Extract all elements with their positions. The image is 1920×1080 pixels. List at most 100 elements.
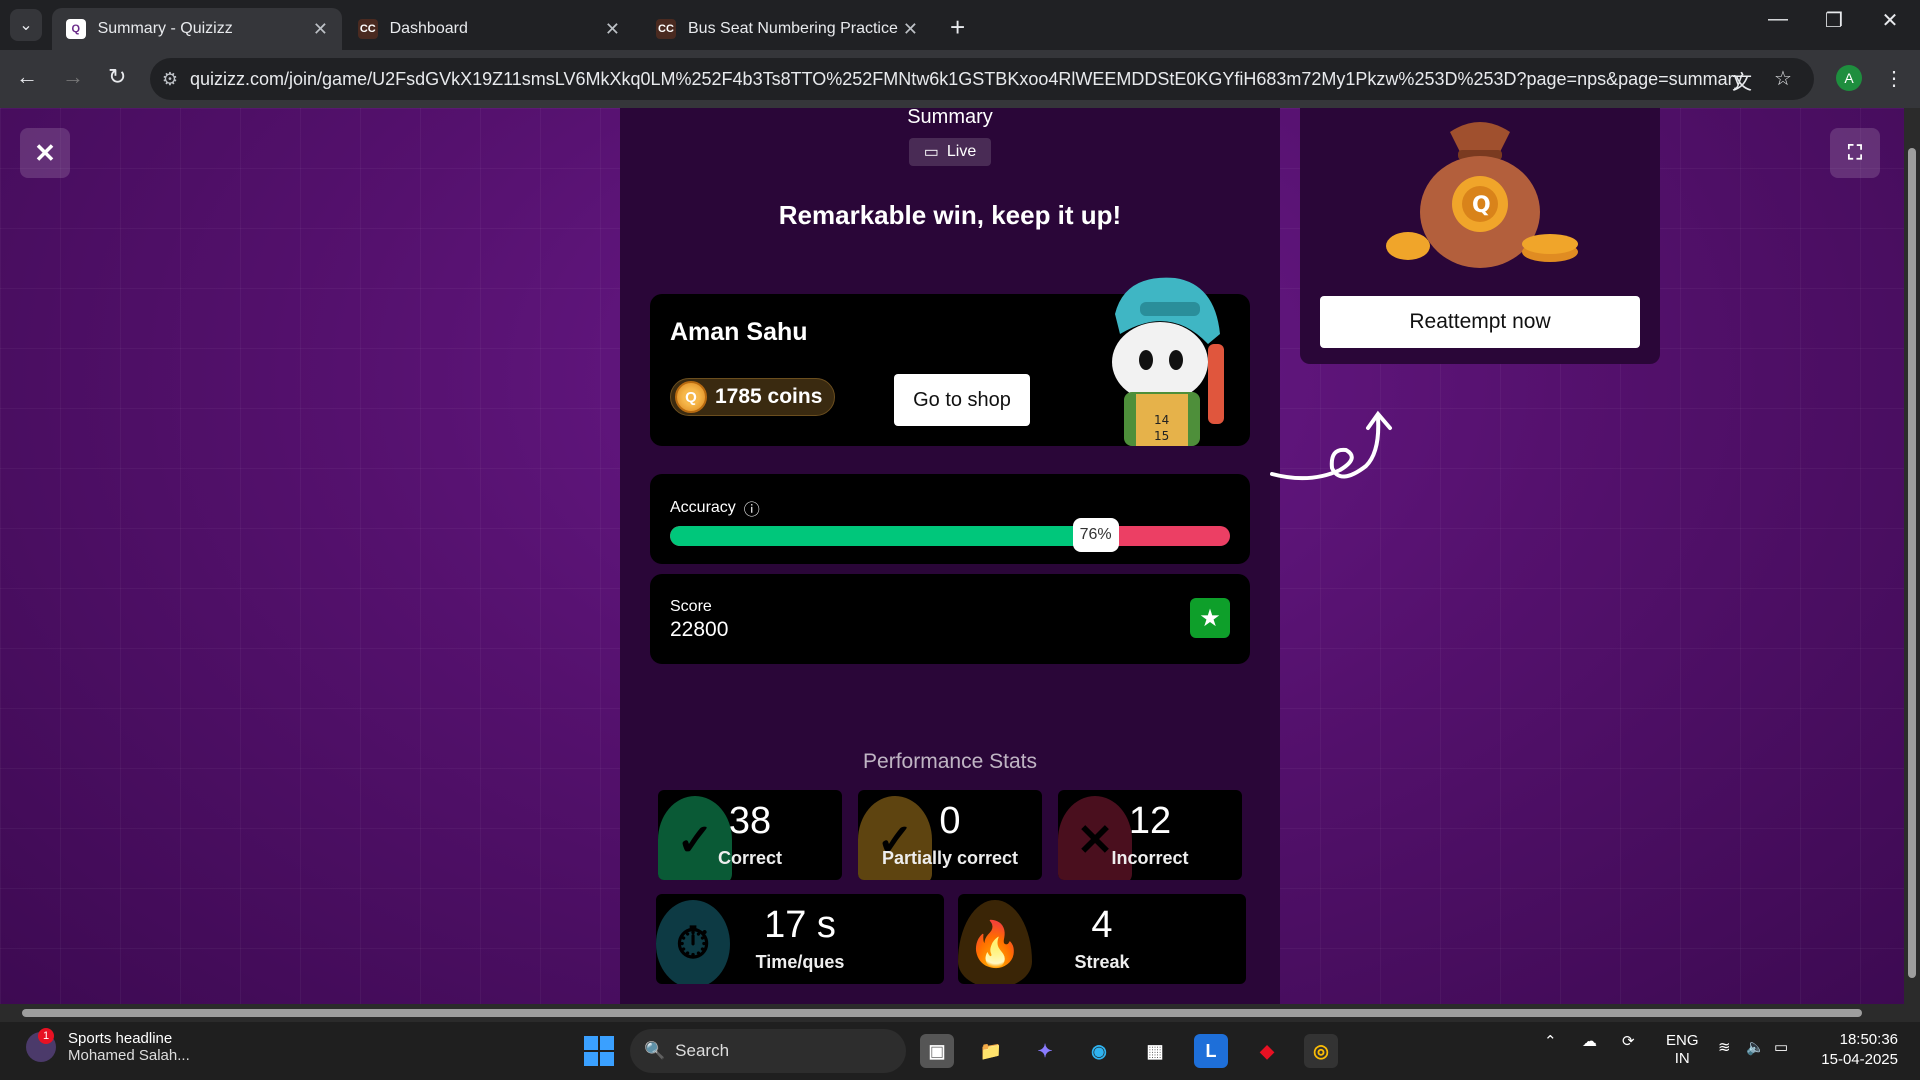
- vertical-scroll-thumb[interactable]: [1908, 148, 1916, 978]
- accuracy-bar: [670, 526, 1230, 546]
- language-code: ENG: [1666, 1032, 1699, 1049]
- onedrive-icon[interactable]: ☁: [1582, 1032, 1597, 1050]
- site-info-icon[interactable]: ⚙: [150, 69, 190, 90]
- svg-text:Q: Q: [1472, 193, 1491, 218]
- summary-title: Summary: [907, 108, 993, 128]
- translate-icon[interactable]: 文: [1732, 66, 1752, 95]
- reattempt-now-button[interactable]: Reattempt now: [1320, 296, 1640, 348]
- score-label: Score: [670, 598, 712, 615]
- battery-icon[interactable]: ▭: [1774, 1038, 1788, 1056]
- live-mode-icon: ▭: [923, 144, 939, 161]
- stat-partially-correct: ✓ 0 Partially correct: [858, 790, 1042, 880]
- close-quiz-button[interactable]: ✕: [20, 128, 70, 178]
- star-icon: ★: [1190, 598, 1230, 638]
- news-icon: 1: [26, 1028, 56, 1062]
- language-indicator[interactable]: ENG IN: [1666, 1032, 1699, 1068]
- news-badge: 1: [38, 1028, 54, 1044]
- coin-icon: Q: [675, 381, 707, 413]
- search-label: Search: [675, 1041, 730, 1060]
- chrome-icon[interactable]: ◎: [1304, 1034, 1338, 1068]
- stat-time-value: 17 s: [764, 904, 836, 946]
- fullscreen-icon: ⛶: [1848, 141, 1862, 164]
- live-badge: ▭ Live: [909, 138, 991, 166]
- news-subtitle: Mohamed Salah...: [68, 1047, 190, 1064]
- browser-toolbar: ← → ↻ ⚙ quizizz.com/join/game/U2FsdGVkX1…: [0, 50, 1920, 108]
- clock-date: 15-04-2025: [1821, 1051, 1898, 1068]
- tab-dashboard[interactable]: CC Dashboard ✕: [344, 8, 634, 50]
- forward-icon[interactable]: →: [62, 64, 84, 90]
- curly-arrow-decoration: [1270, 410, 1392, 481]
- accuracy-card: Accuracy ⓘ 76%: [650, 474, 1250, 564]
- stat-time-per-question: ⏱ 17 s Time/ques: [656, 894, 944, 984]
- menu-kebab-icon[interactable]: ⋮: [1884, 66, 1904, 91]
- search-icon: 🔍: [644, 1041, 666, 1060]
- live-label: Live: [946, 143, 977, 160]
- back-icon[interactable]: ←: [16, 64, 38, 90]
- cc-favicon-icon: CC: [656, 19, 676, 39]
- fullscreen-button[interactable]: ⛶: [1830, 128, 1880, 178]
- volume-icon[interactable]: 🔈: [1746, 1038, 1765, 1056]
- minimize-button[interactable]: —: [1750, 8, 1806, 31]
- bookmark-star-icon[interactable]: ☆: [1774, 66, 1792, 91]
- taskbar-clock[interactable]: 18:50:36 15-04-2025: [1808, 1030, 1898, 1070]
- accuracy-label: Accuracy: [670, 499, 736, 516]
- stat-incorrect-value: 12: [1128, 800, 1172, 842]
- player-avatar-illustration: 14 15: [1112, 277, 1224, 446]
- start-button[interactable]: [584, 1036, 614, 1066]
- horizontal-scrollbar[interactable]: [0, 1004, 1920, 1022]
- wifi-icon[interactable]: ≋: [1718, 1038, 1731, 1056]
- show-hidden-icons-icon[interactable]: ⌃: [1544, 1032, 1557, 1050]
- reattempt-card: Q Reattempt now: [1300, 108, 1660, 364]
- url-text[interactable]: quizizz.com/join/game/U2FsdGVkX19Z11smsL…: [190, 69, 1743, 90]
- stat-correct-value: 38: [728, 800, 772, 842]
- news-widget[interactable]: 1 Sports headline Mohamed Salah...: [26, 1028, 190, 1064]
- coin-bag-illustration: Q: [1386, 122, 1578, 268]
- tab-summary[interactable]: Q Summary - Quizizz ✕: [52, 8, 342, 50]
- sync-icon[interactable]: ⟳: [1622, 1032, 1635, 1050]
- taskbar-search[interactable]: 🔍 Search: [630, 1029, 906, 1073]
- address-bar[interactable]: ⚙ quizizz.com/join/game/U2FsdGVkX19Z11sm…: [150, 58, 1814, 100]
- reload-icon[interactable]: ↻: [108, 64, 126, 90]
- tab-title: Summary - Quizizz: [97, 20, 233, 37]
- stat-partial-label: Partially correct: [881, 848, 1019, 868]
- quiz-summary-page: ✕ ⛶ Summary ▭ Live Remarkable win, keep …: [0, 108, 1904, 1004]
- stat-streak: 🔥 4 Streak: [958, 894, 1246, 984]
- profile-avatar[interactable]: A: [1836, 65, 1862, 91]
- coins-badge: Q 1785 coins: [670, 378, 836, 416]
- windows-taskbar: 1 Sports headline Mohamed Salah... 🔍 Sea…: [0, 1022, 1920, 1080]
- tab-search-button[interactable]: ⌄: [10, 9, 42, 41]
- coins-value: 1785 coins: [715, 385, 823, 408]
- score-card: Score 22800 ★: [650, 574, 1250, 664]
- svg-text:15: 15: [1154, 429, 1169, 443]
- copilot-icon[interactable]: ✦: [1028, 1034, 1062, 1068]
- result-headline: Remarkable win, keep it up!: [778, 200, 1122, 230]
- clock-time: 18:50:36: [1839, 1031, 1898, 1048]
- performance-stats-title: Performance Stats: [863, 750, 1037, 773]
- close-tab-icon[interactable]: ✕: [605, 19, 620, 40]
- info-icon[interactable]: ⓘ: [744, 496, 760, 520]
- news-title: Sports headline: [68, 1030, 173, 1047]
- store-icon[interactable]: ▦: [1138, 1034, 1172, 1068]
- close-window-button[interactable]: ✕: [1862, 8, 1918, 33]
- file-explorer-icon[interactable]: 📁: [974, 1034, 1008, 1068]
- horizontal-scroll-thumb[interactable]: [22, 1009, 1862, 1017]
- stat-partial-value: 0: [939, 800, 961, 842]
- player-name: Aman Sahu: [670, 318, 808, 346]
- edge-icon[interactable]: ◉: [1082, 1034, 1116, 1068]
- close-icon: ✕: [34, 137, 56, 168]
- vertical-scrollbar[interactable]: [1904, 108, 1920, 1004]
- restore-button[interactable]: ❐: [1806, 8, 1862, 33]
- go-to-shop-button[interactable]: Go to shop: [894, 374, 1030, 426]
- accuracy-label-row: Accuracy ⓘ: [670, 496, 760, 520]
- cc-favicon-icon: CC: [358, 19, 378, 39]
- accuracy-bar-fill: [670, 526, 1096, 546]
- mcafee-icon[interactable]: ◆: [1250, 1034, 1284, 1068]
- task-view-icon[interactable]: ▣: [920, 1034, 954, 1068]
- tab-bus-seat[interactable]: CC Bus Seat Numbering Practice Pr ✕: [642, 8, 932, 50]
- close-tab-icon[interactable]: ✕: [313, 19, 328, 40]
- linkedin-icon[interactable]: L: [1194, 1034, 1228, 1068]
- new-tab-button[interactable]: +: [950, 12, 965, 43]
- close-tab-icon[interactable]: ✕: [903, 19, 918, 40]
- svg-text:14: 14: [1154, 413, 1169, 427]
- accuracy-value: 76%: [1072, 518, 1119, 552]
